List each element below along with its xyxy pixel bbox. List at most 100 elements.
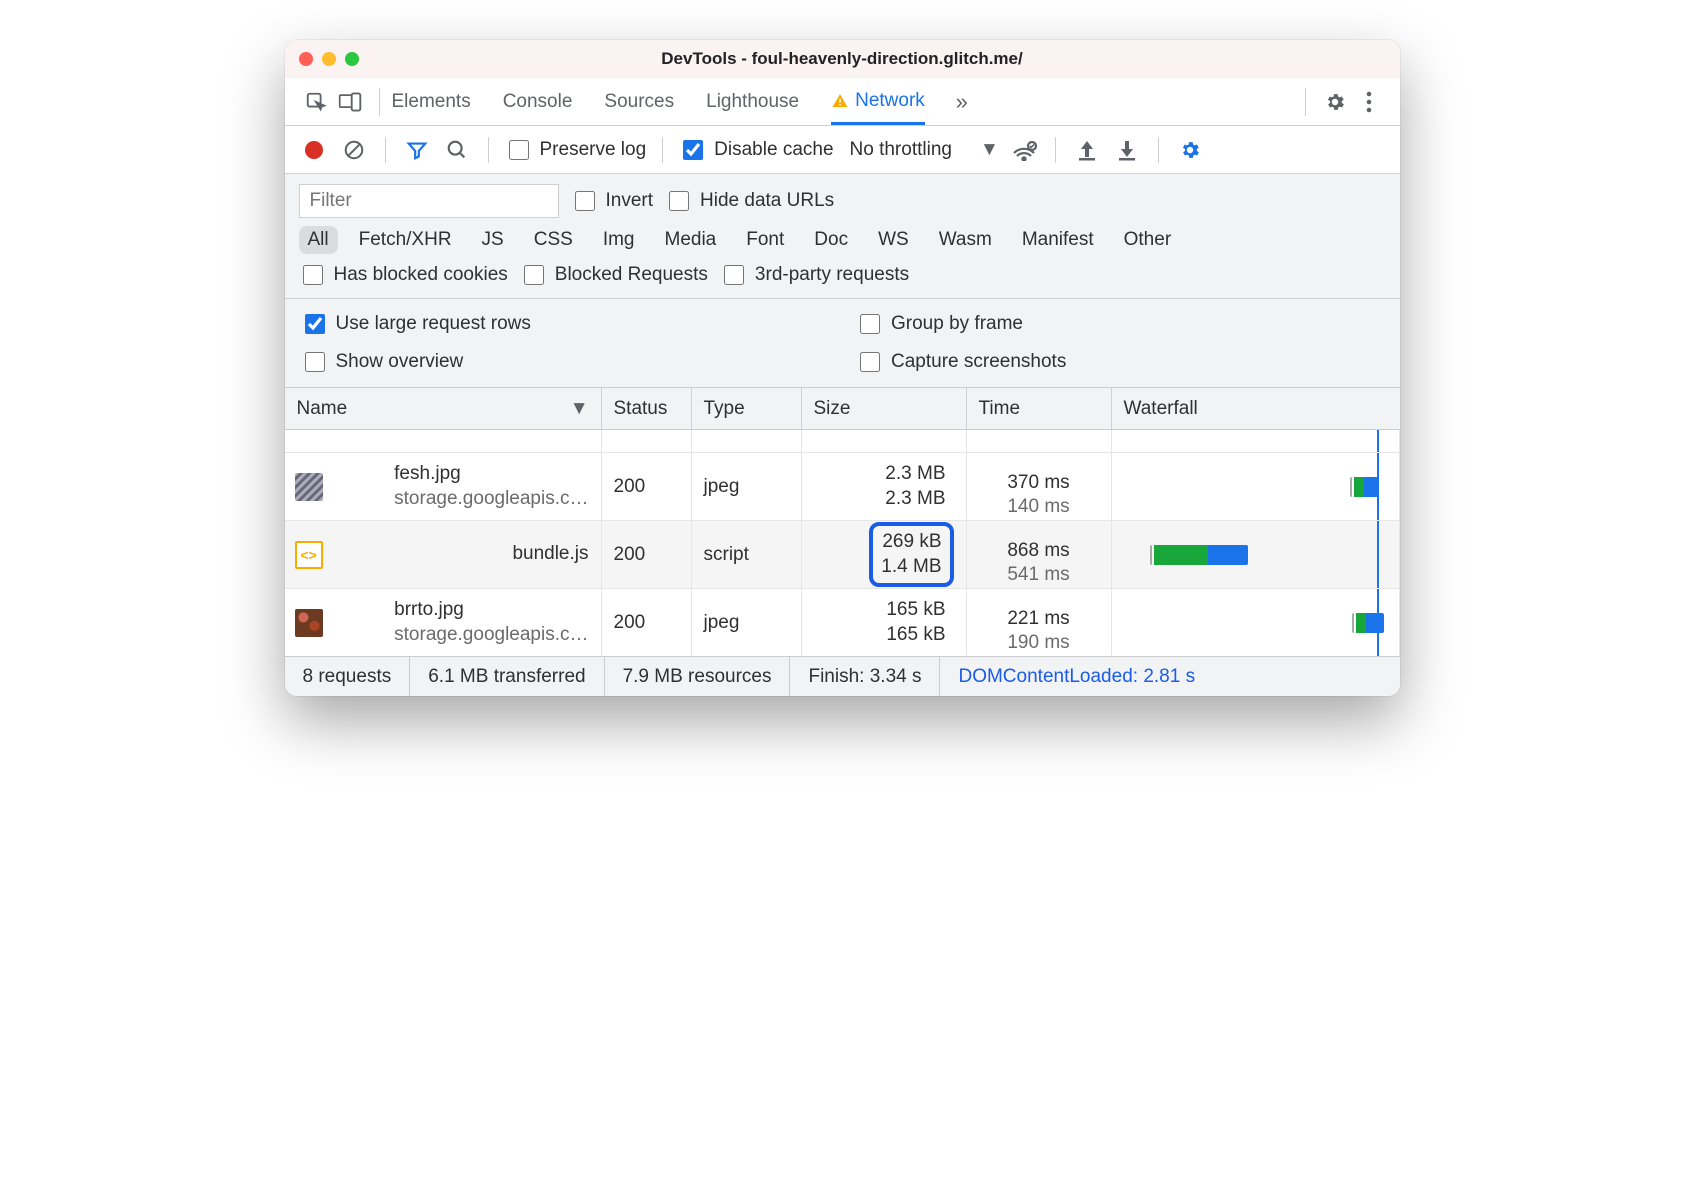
request-name: fesh.jpg bbox=[394, 462, 588, 487]
status-requests: 8 requests bbox=[285, 657, 411, 696]
cell-status: 200 bbox=[602, 521, 692, 588]
tab-console[interactable]: Console bbox=[503, 81, 573, 123]
cell-waterfall bbox=[1112, 521, 1400, 588]
traffic-lights bbox=[299, 52, 359, 66]
table-row-partial bbox=[285, 430, 1400, 452]
more-tabs-icon[interactable]: » bbox=[945, 85, 979, 119]
cell-type: jpeg bbox=[692, 589, 802, 656]
network-conditions-icon[interactable] bbox=[1009, 135, 1039, 165]
close-button[interactable] bbox=[299, 52, 313, 66]
third-party-checkbox[interactable]: 3rd-party requests bbox=[720, 262, 909, 288]
upload-har-icon[interactable] bbox=[1072, 135, 1102, 165]
type-filters: All Fetch/XHR JS CSS Img Media Font Doc WS Wasm Ma… bbox=[299, 222, 1386, 258]
cell-time: 370 ms140 ms bbox=[967, 453, 1112, 520]
throttling-select[interactable]: No throttling ▼ bbox=[850, 139, 999, 161]
table-row[interactable]: <> bundle.js 200script 269 kB1.4 MB868 ms54… bbox=[285, 520, 1400, 588]
table-row[interactable]: brrto.jpgstorage.googleapis.c…200jpeg165… bbox=[285, 588, 1400, 656]
cell-time: 868 ms541 ms bbox=[967, 521, 1112, 588]
col-size[interactable]: Size bbox=[802, 388, 967, 429]
cell-waterfall bbox=[1112, 453, 1400, 520]
status-bar: 8 requests 6.1 MB transferred 7.9 MB res… bbox=[285, 656, 1400, 696]
status-dcl[interactable]: DOMContentLoaded: 2.81 s bbox=[940, 657, 1213, 696]
cell-status: 200 bbox=[602, 453, 692, 520]
options-bar: Use large request rows Group by frame Sh… bbox=[285, 299, 1400, 388]
type-filter-img[interactable]: Img bbox=[594, 226, 644, 254]
cell-time: 221 ms190 ms bbox=[967, 589, 1112, 656]
type-filter-js[interactable]: JS bbox=[473, 226, 513, 254]
type-filter-ws[interactable]: WS bbox=[869, 226, 918, 254]
chevron-down-icon: ▼ bbox=[980, 139, 999, 161]
invert-checkbox[interactable]: Invert bbox=[571, 188, 654, 214]
search-icon[interactable] bbox=[442, 135, 472, 165]
type-filter-media[interactable]: Media bbox=[656, 226, 726, 254]
table-header: Name▼ Status Type Size Time Waterfall bbox=[285, 388, 1400, 430]
type-filter-wasm[interactable]: Wasm bbox=[930, 226, 1001, 254]
cell-waterfall bbox=[1112, 589, 1400, 656]
table-row[interactable]: fesh.jpgstorage.googleapis.c…200jpeg2.3 … bbox=[285, 452, 1400, 520]
record-button[interactable] bbox=[299, 135, 329, 165]
col-status[interactable]: Status bbox=[602, 388, 692, 429]
warning-icon bbox=[831, 92, 849, 110]
request-domain: storage.googleapis.c… bbox=[394, 487, 588, 512]
network-settings-icon[interactable] bbox=[1175, 135, 1205, 165]
settings-icon[interactable] bbox=[1318, 85, 1352, 119]
cell-type: script bbox=[692, 521, 802, 588]
type-filter-manifest[interactable]: Manifest bbox=[1013, 226, 1103, 254]
cell-size: 2.3 MB2.3 MB bbox=[877, 458, 953, 515]
type-filter-doc[interactable]: Doc bbox=[805, 226, 857, 254]
has-blocked-cookies-checkbox[interactable]: Has blocked cookies bbox=[299, 262, 508, 288]
col-name[interactable]: Name▼ bbox=[285, 388, 602, 429]
blocked-requests-checkbox[interactable]: Blocked Requests bbox=[520, 262, 708, 288]
panel-tabs-bar: Elements Console Sources Lighthouse Netw… bbox=[285, 78, 1400, 126]
image-thumb bbox=[295, 473, 323, 501]
throttling-label: No throttling bbox=[850, 139, 952, 161]
request-name: bundle.js bbox=[512, 542, 588, 567]
col-type[interactable]: Type bbox=[692, 388, 802, 429]
hide-data-urls-checkbox[interactable]: Hide data URLs bbox=[665, 188, 834, 214]
preserve-log-checkbox[interactable]: Preserve log bbox=[505, 137, 647, 163]
table-body: fesh.jpgstorage.googleapis.c…200jpeg2.3 … bbox=[285, 430, 1400, 656]
preserve-log-label: Preserve log bbox=[540, 139, 647, 161]
type-filter-other[interactable]: Other bbox=[1115, 226, 1181, 254]
show-overview-checkbox[interactable]: Show overview bbox=[301, 349, 843, 375]
type-filter-font[interactable]: Font bbox=[737, 226, 793, 254]
type-filter-css[interactable]: CSS bbox=[525, 226, 582, 254]
tab-network[interactable]: Network bbox=[831, 80, 925, 125]
disable-cache-label: Disable cache bbox=[714, 139, 833, 161]
devtools-window: DevTools - foul-heavenly-direction.glitc… bbox=[285, 40, 1400, 696]
filter-input[interactable] bbox=[299, 184, 559, 218]
tab-sources[interactable]: Sources bbox=[604, 81, 674, 123]
cell-size: 269 kB1.4 MB bbox=[869, 522, 953, 587]
minimize-button[interactable] bbox=[322, 52, 336, 66]
network-toolbar: Preserve log Disable cache No throttling… bbox=[285, 126, 1400, 174]
group-by-frame-checkbox[interactable]: Group by frame bbox=[856, 311, 1106, 337]
capture-screenshots-checkbox[interactable]: Capture screenshots bbox=[856, 349, 1106, 375]
disable-cache-input[interactable] bbox=[683, 140, 703, 160]
image-thumb bbox=[295, 609, 323, 637]
col-time[interactable]: Time bbox=[967, 388, 1112, 429]
kebab-menu-icon[interactable] bbox=[1352, 85, 1386, 119]
status-finish: Finish: 3.34 s bbox=[790, 657, 940, 696]
download-har-icon[interactable] bbox=[1112, 135, 1142, 165]
clear-icon[interactable] bbox=[339, 135, 369, 165]
tab-elements[interactable]: Elements bbox=[392, 81, 471, 123]
cell-size: 165 kB165 kB bbox=[878, 594, 953, 651]
script-icon: <> bbox=[295, 541, 323, 569]
tab-lighthouse[interactable]: Lighthouse bbox=[706, 81, 799, 123]
titlebar: DevTools - foul-heavenly-direction.glitc… bbox=[285, 40, 1400, 78]
inspect-icon[interactable] bbox=[299, 85, 333, 119]
status-transferred: 6.1 MB transferred bbox=[410, 657, 604, 696]
sort-desc-icon: ▼ bbox=[570, 398, 589, 420]
maximize-button[interactable] bbox=[345, 52, 359, 66]
disable-cache-checkbox[interactable]: Disable cache bbox=[679, 137, 833, 163]
preserve-log-input[interactable] bbox=[509, 140, 529, 160]
status-resources: 7.9 MB resources bbox=[605, 657, 791, 696]
device-toggle-icon[interactable] bbox=[333, 85, 367, 119]
request-name: brrto.jpg bbox=[394, 598, 588, 623]
col-waterfall[interactable]: Waterfall bbox=[1112, 388, 1400, 429]
filter-icon[interactable] bbox=[402, 135, 432, 165]
window-title: DevTools - foul-heavenly-direction.glitc… bbox=[285, 49, 1400, 69]
use-large-rows-checkbox[interactable]: Use large request rows bbox=[301, 311, 843, 337]
type-filter-all[interactable]: All bbox=[299, 226, 338, 254]
type-filter-fetchxhr[interactable]: Fetch/XHR bbox=[350, 226, 461, 254]
